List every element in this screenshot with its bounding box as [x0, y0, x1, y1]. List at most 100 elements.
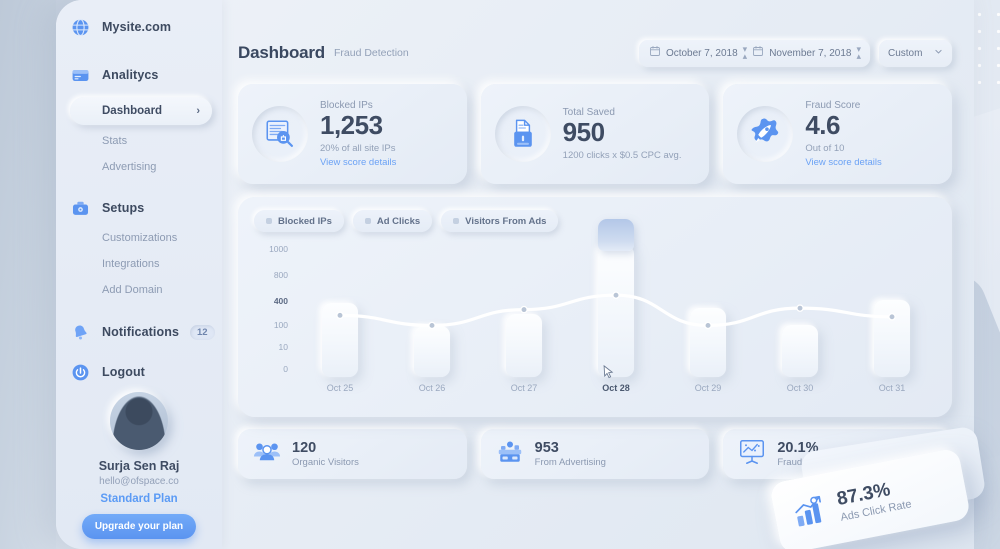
- mini-card-from-advertising: 953 From Advertising: [480, 429, 710, 479]
- date-range-group: October 7, 2018 ▾ ▴ November 7, 2018 ▾ ▴: [638, 39, 870, 67]
- date-from-stepper[interactable]: ▾ ▴: [743, 44, 747, 60]
- sidebar-item-integrations[interactable]: Integrations: [56, 251, 222, 277]
- stat-card-total-saved: Total Saved 950 1200 clicks x $0.5 CPC a…: [480, 84, 710, 184]
- mouse-cursor-icon: [603, 365, 614, 379]
- date-controls: October 7, 2018 ▾ ▴ November 7, 2018 ▾ ▴ C…: [638, 39, 952, 67]
- chart-tabs: Blocked IPs Ad Clicks Visitors From Ads: [254, 210, 936, 232]
- trend-line-point[interactable]: [888, 313, 896, 321]
- tab-blocked-ips-label: Blocked IPs: [278, 215, 332, 227]
- chart-panel: Blocked IPs Ad Clicks Visitors From Ads …: [238, 197, 952, 417]
- background-left-band: [0, 0, 56, 549]
- sidebar: Mysite.com Analitycs Dashboard › Stats A…: [56, 0, 222, 549]
- trend-line-point[interactable]: [520, 305, 528, 314]
- trend-line-point[interactable]: [428, 321, 436, 330]
- sidebar-item-add-domain[interactable]: Add Domain: [56, 277, 222, 303]
- sidebar-item-customizations[interactable]: Customizations: [56, 225, 222, 251]
- stat-cards: Blocked IPs 1,253 20% of all site IPs Vi…: [238, 84, 953, 184]
- x-axis-tick: Oct 29: [694, 383, 722, 393]
- sidebar-item-integrations-label: Integrations: [102, 258, 160, 270]
- sidebar-group-analytics[interactable]: Analitycs: [56, 58, 222, 92]
- x-axis-tick: Oct 25: [326, 383, 354, 393]
- date-to-field[interactable]: November 7, 2018 ▾ ▴: [752, 44, 861, 62]
- stat-card-fraud-score: Fraud Score 4.6 Out of 10 View score det…: [723, 84, 953, 184]
- tab-marker-icon: [266, 218, 272, 224]
- tab-ad-clicks-label: Ad Clicks: [376, 215, 421, 227]
- stat-card-blocked-ips: Blocked IPs 1,253 20% of all site IPs Vi…: [238, 84, 467, 184]
- upgrade-plan-button[interactable]: Upgrade your plan: [82, 514, 196, 539]
- trend-line-point[interactable]: [704, 321, 712, 330]
- x-axis-tick: Oct 30: [786, 383, 814, 393]
- chart-x-axis: Oct 25 Oct 26 Oct 27 Oct 28 Oct 29 Oct 30 Oct …: [294, 383, 938, 393]
- sidebar-group-setups[interactable]: Setups: [56, 191, 222, 225]
- date-to-stepper[interactable]: ▾ ▴: [856, 44, 860, 60]
- date-to-value: November 7, 2018: [769, 47, 852, 59]
- mini-card-organic-visitors: 120 Organic Visitors: [238, 429, 467, 479]
- date-from-value: October 7, 2018: [665, 47, 738, 59]
- sidebar-item-logout[interactable]: Logout: [56, 355, 222, 389]
- sidebar-brand-label: Mysite.com: [102, 20, 172, 34]
- x-axis-tick: Oct 26: [418, 383, 446, 393]
- x-axis-tick: Oct 28: [602, 383, 630, 393]
- y-axis-tick: 100: [273, 320, 288, 330]
- y-axis-tick: 0: [283, 364, 288, 374]
- presentation-chart-icon: [737, 437, 767, 472]
- stat-card-note: 20% of all site IPs: [320, 142, 396, 154]
- y-axis-tick: 10: [278, 342, 288, 352]
- stat-card-link[interactable]: View score details: [320, 157, 396, 168]
- y-axis-tick: 1000: [269, 244, 288, 254]
- stat-card-note: Out of 10: [805, 142, 845, 154]
- sidebar-item-stats[interactable]: Stats: [56, 128, 222, 154]
- sidebar-brand[interactable]: Mysite.com: [56, 10, 222, 44]
- date-from-field[interactable]: October 7, 2018 ▾ ▴: [649, 44, 747, 62]
- users-group-icon: [252, 437, 282, 472]
- profile-plan[interactable]: Standard Plan: [56, 493, 222, 505]
- chart-plot-area[interactable]: 1000 800 400 100 10 0 Oct 25 Oct 26 Oct 27 Oct 2…: [254, 218, 938, 417]
- toolbox-icon: [70, 198, 91, 219]
- profile-email: hello@ofspace.co: [99, 476, 179, 487]
- x-axis-tick: Oct 31: [878, 383, 906, 393]
- stat-card-link[interactable]: View score details: [805, 157, 881, 168]
- sidebar-item-customizations-label: Customizations: [102, 232, 178, 244]
- sidebar-item-advertising-label: Advertising: [102, 161, 157, 173]
- sidebar-item-notifications[interactable]: Notifications 12: [56, 315, 222, 349]
- tab-marker-icon: [364, 218, 371, 224]
- trend-line-path: [338, 293, 894, 328]
- tab-marker-icon: [453, 218, 460, 224]
- chart-y-axis: 1000 800 400 100 10 0: [254, 243, 288, 375]
- avatar: [110, 392, 168, 450]
- page-title: Dashboard: [238, 43, 325, 62]
- trend-line-point[interactable]: [336, 311, 344, 320]
- mini-card-label: Organic Visitors: [292, 457, 359, 469]
- globe-icon: [70, 17, 91, 38]
- topbar: Dashboard Fraud Detection October 7, 201…: [238, 36, 952, 70]
- mini-card-value: 953: [534, 439, 559, 456]
- sidebar-group-setups-label: Setups: [102, 201, 145, 215]
- range-select[interactable]: Custom: [879, 39, 952, 67]
- chart-trend-line: [336, 291, 896, 330]
- tab-ad-clicks[interactable]: Ad Clicks: [352, 210, 433, 232]
- mini-card-value: 120: [292, 439, 317, 456]
- x-axis-tick: Oct 27: [510, 383, 538, 393]
- page-subtitle: Fraud Detection: [334, 47, 409, 59]
- sidebar-item-advertising[interactable]: Advertising: [56, 154, 222, 180]
- notifications-badge: 12: [190, 324, 215, 340]
- trend-line-point[interactable]: [796, 304, 804, 312]
- billboard-icon: [495, 437, 525, 472]
- profile-section: Surja Sen Raj hello@ofspace.co Standard …: [56, 392, 222, 539]
- calendar-icon: [752, 44, 764, 62]
- profile-name: Surja Sen Raj: [98, 459, 180, 473]
- sidebar-group-analytics-label: Analitycs: [102, 68, 159, 82]
- tab-visitors-from-ads[interactable]: Visitors From Ads: [441, 210, 559, 232]
- document-search-icon: [252, 106, 308, 162]
- tab-blocked-ips[interactable]: Blocked IPs: [254, 210, 344, 232]
- range-select-value: Custom: [888, 47, 923, 59]
- stat-card-note: 1200 clicks x $0.5 CPC avg.: [562, 149, 682, 161]
- sidebar-item-logout-label: Logout: [102, 365, 145, 379]
- stat-card-value: 1,253: [320, 110, 383, 141]
- calendar-icon: [649, 44, 661, 62]
- y-axis-tick: 400: [273, 296, 288, 306]
- rocket-icon: [737, 106, 794, 162]
- stat-card-value: 950: [562, 117, 605, 148]
- sidebar-item-dashboard[interactable]: Dashboard ›: [70, 97, 212, 125]
- trend-line-point[interactable]: [612, 291, 620, 299]
